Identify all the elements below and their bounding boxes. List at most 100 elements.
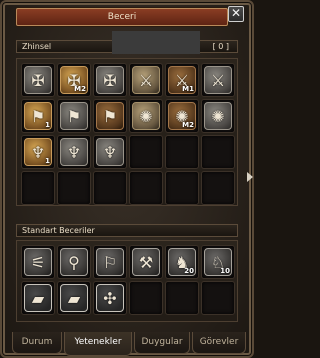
star-seal-icon[interactable]: ✺ — [132, 102, 160, 130]
empty-skill-slot[interactable] — [201, 281, 235, 315]
skill-slot[interactable]: ⚟ — [21, 245, 55, 279]
skill-slot[interactable]: ⚲ — [57, 245, 91, 279]
skill-slot[interactable]: ⚑ — [93, 99, 127, 133]
fishing-icon[interactable]: ⚲ — [60, 248, 88, 276]
empty-skill-slot[interactable] — [21, 171, 55, 205]
skill-slot[interactable]: ▰ — [21, 281, 55, 315]
leadership-icon[interactable]: ⚟ — [24, 248, 52, 276]
skill-glyph: ⚐ — [102, 253, 118, 272]
standard-skills-label: Standart Beceriler — [22, 226, 95, 235]
skill-level-badge: M2 — [182, 121, 194, 129]
skill-glyph: ✺ — [139, 107, 153, 126]
skill-glyph: ✠ — [103, 71, 117, 90]
skill-glyph: ⚑ — [102, 107, 118, 126]
skill-glyph: ▰ — [31, 289, 45, 308]
red-book-icon[interactable]: ▰ — [24, 284, 52, 312]
empty-skill-slot[interactable] — [93, 171, 127, 205]
tab-emotions[interactable]: Duygular — [134, 332, 190, 354]
skill-glyph: ♆ — [66, 143, 82, 162]
empty-skill-slot[interactable] — [129, 171, 163, 205]
skill-level-badge: 1 — [45, 157, 50, 165]
skill-glyph: ⚔ — [138, 71, 154, 90]
skills-window: Beceri ✕ Zhinsel [ 0 ] ✠ ✠ M2 ✠ ⚔ ⚔ M1 ⚔ ⚑ 1 ⚑ ⚑ ✺ ✺ M… — [0, 0, 254, 358]
tab-skills[interactable]: Yetenekler — [64, 332, 132, 356]
skill-slot[interactable]: ✠ — [93, 63, 127, 97]
tab-status[interactable]: Durum — [12, 332, 62, 354]
skill-glyph: ✠ — [31, 71, 45, 90]
whirl-blade-icon[interactable]: ✠ — [24, 66, 52, 94]
star-seal-3-icon[interactable]: ✺ — [204, 102, 232, 130]
skill-glyph: ⚟ — [30, 253, 46, 272]
skill-slot[interactable]: ✠ M2 — [57, 63, 91, 97]
redacted-area — [112, 31, 200, 54]
knot-emblem-icon[interactable]: ✣ — [96, 284, 124, 312]
horse-icon[interactable]: ♞ 20 — [168, 248, 196, 276]
horse-mount-icon[interactable]: ♘ 10 — [204, 248, 232, 276]
empty-skill-slot[interactable] — [165, 135, 199, 169]
skill-slot[interactable]: ✣ — [93, 281, 127, 315]
skill-group-label: Zhinsel — [22, 42, 52, 51]
star-seal-master-icon[interactable]: ✺ M2 — [168, 102, 196, 130]
skill-slot[interactable]: ✠ — [21, 63, 55, 97]
skill-glyph: ✣ — [103, 289, 117, 308]
skill-glyph: ⚒ — [138, 253, 154, 272]
boot-dash-3-icon[interactable]: ⚑ — [96, 102, 124, 130]
skill-slot[interactable]: ⚑ — [57, 99, 91, 133]
boot-dash-2-icon[interactable]: ⚑ — [60, 102, 88, 130]
skill-slot[interactable]: ♘ 10 — [201, 245, 235, 279]
cross-slash-icon[interactable]: ✠ — [96, 66, 124, 94]
expand-arrow-icon[interactable] — [247, 172, 253, 182]
skill-slot[interactable]: ♆ — [57, 135, 91, 169]
skill-slot[interactable]: ✺ — [201, 99, 235, 133]
skill-slot[interactable]: ♆ 1 — [21, 135, 55, 169]
skill-slot[interactable]: ♆ — [93, 135, 127, 169]
skill-glyph: ⚔ — [210, 71, 226, 90]
skill-slot[interactable]: ♞ 20 — [165, 245, 199, 279]
skill-glyph: ⚑ — [66, 107, 82, 126]
pickaxe-icon[interactable]: ⚒ — [132, 248, 160, 276]
skill-glyph: ▰ — [67, 289, 81, 308]
skill-slot[interactable]: ⚔ — [201, 63, 235, 97]
empty-skill-slot[interactable] — [201, 171, 235, 205]
sword-spin-icon[interactable]: ♆ 1 — [24, 138, 52, 166]
flag-icon[interactable]: ⚐ — [96, 248, 124, 276]
empty-skill-slot[interactable] — [57, 171, 91, 205]
empty-skill-slot[interactable] — [129, 135, 163, 169]
skill-glyph: ⚲ — [68, 253, 80, 272]
standard-skills-panel: ⚟ ⚲ ⚐ ⚒ ♞ 20 ♘ 10 ▰ ▰ ✣ — [16, 240, 238, 322]
window-title[interactable]: Beceri — [16, 8, 228, 26]
sword-spin-2-icon[interactable]: ♆ — [60, 138, 88, 166]
empty-skill-slot[interactable] — [201, 135, 235, 169]
main-skills-panel: ✠ ✠ M2 ✠ ⚔ ⚔ M1 ⚔ ⚑ 1 ⚑ ⚑ ✺ ✺ M2 ✺ ♆ 1 ♆ ♆ — [16, 58, 238, 206]
tab-quests[interactable]: Görevler — [192, 332, 246, 354]
boot-dash-icon[interactable]: ⚑ 1 — [24, 102, 52, 130]
sword-aura-icon[interactable]: ⚔ — [204, 66, 232, 94]
sword-strike-icon[interactable]: ⚔ — [132, 66, 160, 94]
skill-glyph: ♆ — [102, 143, 118, 162]
sword-strike-master-icon[interactable]: ⚔ M1 — [168, 66, 196, 94]
skill-points-value: [ 0 ] — [212, 42, 229, 51]
empty-skill-slot[interactable] — [165, 281, 199, 315]
skill-level-badge: 20 — [184, 267, 194, 275]
skill-level-badge: M1 — [182, 85, 194, 93]
tab-bar: Durum Yetenekler Duygular Görevler — [12, 332, 246, 356]
standard-skills-header: Standart Beceriler — [16, 224, 238, 237]
skill-glyph: ✺ — [211, 107, 225, 126]
close-button[interactable]: ✕ — [228, 6, 244, 22]
skill-level-badge: M2 — [74, 85, 86, 93]
skill-slot[interactable]: ✺ M2 — [165, 99, 199, 133]
skill-slot[interactable]: ⚑ 1 — [21, 99, 55, 133]
skill-level-badge: 10 — [220, 267, 230, 275]
yellow-book-icon[interactable]: ▰ — [60, 284, 88, 312]
sword-spin-3-icon[interactable]: ♆ — [96, 138, 124, 166]
skill-slot[interactable]: ✺ — [129, 99, 163, 133]
skill-slot[interactable]: ⚒ — [129, 245, 163, 279]
empty-skill-slot[interactable] — [165, 171, 199, 205]
whirl-blade-master-icon[interactable]: ✠ M2 — [60, 66, 88, 94]
skill-slot[interactable]: ⚔ — [129, 63, 163, 97]
skill-slot[interactable]: ▰ — [57, 281, 91, 315]
skill-level-badge: 1 — [45, 121, 50, 129]
skill-slot[interactable]: ⚔ M1 — [165, 63, 199, 97]
skill-slot[interactable]: ⚐ — [93, 245, 127, 279]
empty-skill-slot[interactable] — [129, 281, 163, 315]
